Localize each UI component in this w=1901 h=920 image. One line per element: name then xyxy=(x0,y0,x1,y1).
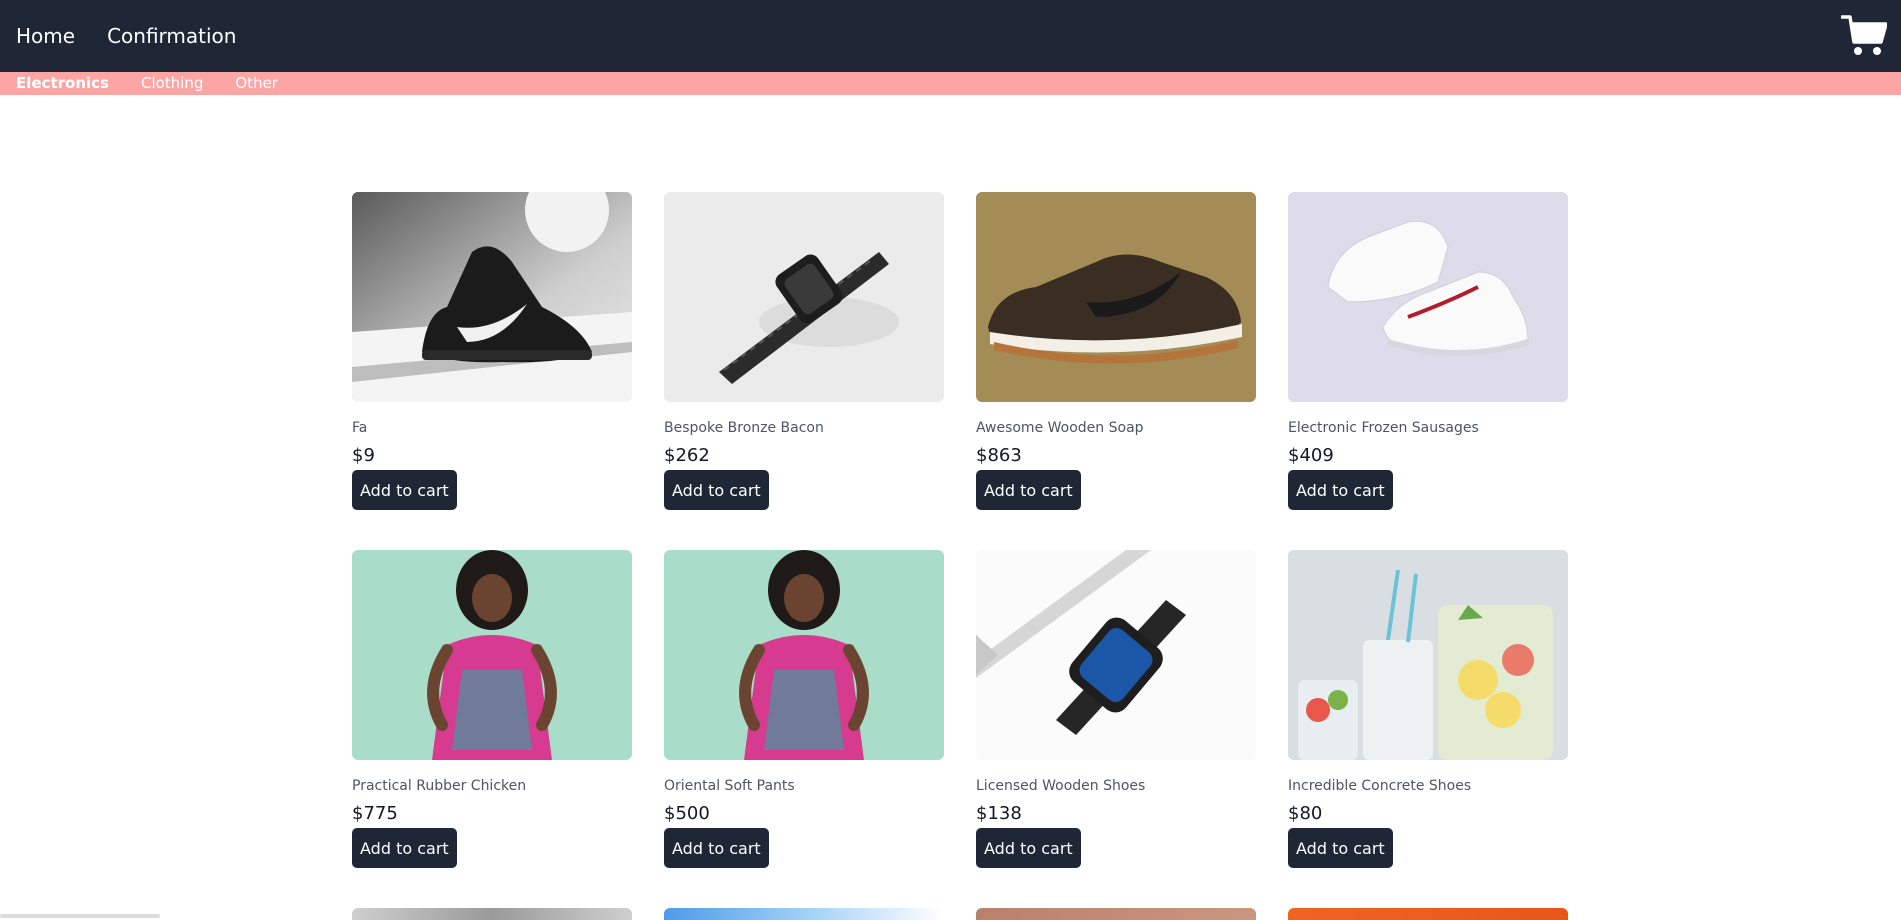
product-image[interactable] xyxy=(1288,550,1568,760)
product-name: Licensed Wooden Shoes xyxy=(976,778,1146,794)
product-image[interactable] xyxy=(664,192,944,402)
category-bar: Electronics Clothing Other xyxy=(0,72,1901,95)
add-to-cart-button[interactable]: Add to cart xyxy=(352,828,457,868)
category-electronics[interactable]: Electronics xyxy=(16,74,109,93)
top-navbar: Home Confirmation xyxy=(0,0,1901,72)
add-to-cart-button[interactable]: Add to cart xyxy=(976,828,1081,868)
product-price: $409 xyxy=(1288,445,1334,466)
category-clothing[interactable]: Clothing xyxy=(141,74,203,93)
product-card: Bespoke Bronze Bacon $262 Add to cart xyxy=(664,192,944,550)
product-image-partial xyxy=(1288,908,1568,920)
category-nav: Electronics Clothing Other xyxy=(16,74,278,93)
product-image[interactable] xyxy=(1288,192,1568,402)
product-price: $138 xyxy=(976,803,1022,824)
product-price: $262 xyxy=(664,445,710,466)
product-name: Bespoke Bronze Bacon xyxy=(664,420,824,436)
product-price: $863 xyxy=(976,445,1022,466)
product-card: Incredible Concrete Shoes $80 Add to car… xyxy=(1288,550,1568,908)
product-name: Awesome Wooden Soap xyxy=(976,420,1144,436)
product-image-partial xyxy=(664,908,944,920)
main-nav: Home Confirmation xyxy=(16,22,236,50)
product-image-partial xyxy=(352,908,632,920)
add-to-cart-button[interactable]: Add to cart xyxy=(976,470,1081,510)
add-to-cart-button[interactable]: Add to cart xyxy=(664,470,769,510)
product-name: Incredible Concrete Shoes xyxy=(1288,778,1472,794)
scrollbar[interactable] xyxy=(0,914,160,918)
product-image[interactable] xyxy=(976,192,1256,402)
add-to-cart-button[interactable]: Add to cart xyxy=(1288,828,1393,868)
product-card: Oriental Soft Pants $500 Add to cart xyxy=(664,550,944,908)
product-price: $775 xyxy=(352,803,398,824)
product-price: $80 xyxy=(1288,803,1323,824)
product-price: $9 xyxy=(352,445,375,466)
product-image[interactable] xyxy=(664,550,944,760)
product-card: Practical Rubber Chicken $775 Add to car… xyxy=(352,550,632,908)
product-grid: Fa $9 Add to cart Bespoke Bronze Bacon $… xyxy=(352,192,1568,908)
add-to-cart-button[interactable]: Add to cart xyxy=(664,828,769,868)
product-image[interactable] xyxy=(352,192,632,402)
nav-confirmation-link[interactable]: Confirmation xyxy=(107,22,236,50)
cart-icon[interactable] xyxy=(1840,12,1888,58)
add-to-cart-button[interactable]: Add to cart xyxy=(352,470,457,510)
nav-home-link[interactable]: Home xyxy=(16,22,75,50)
product-image-partial xyxy=(976,908,1256,920)
product-price: $500 xyxy=(664,803,710,824)
product-card: Awesome Wooden Soap $863 Add to cart xyxy=(976,192,1256,550)
product-name: Fa xyxy=(352,420,368,436)
product-card: Fa $9 Add to cart xyxy=(352,192,632,550)
product-name: Practical Rubber Chicken xyxy=(352,778,527,794)
category-other[interactable]: Other xyxy=(235,74,278,93)
product-card: Electronic Frozen Sausages $409 Add to c… xyxy=(1288,192,1568,550)
product-image[interactable] xyxy=(976,550,1256,760)
product-name: Oriental Soft Pants xyxy=(664,778,795,794)
product-name: Electronic Frozen Sausages xyxy=(1288,420,1479,436)
product-image[interactable] xyxy=(352,550,632,760)
add-to-cart-button[interactable]: Add to cart xyxy=(1288,470,1393,510)
product-card: Licensed Wooden Shoes $138 Add to cart xyxy=(976,550,1256,908)
